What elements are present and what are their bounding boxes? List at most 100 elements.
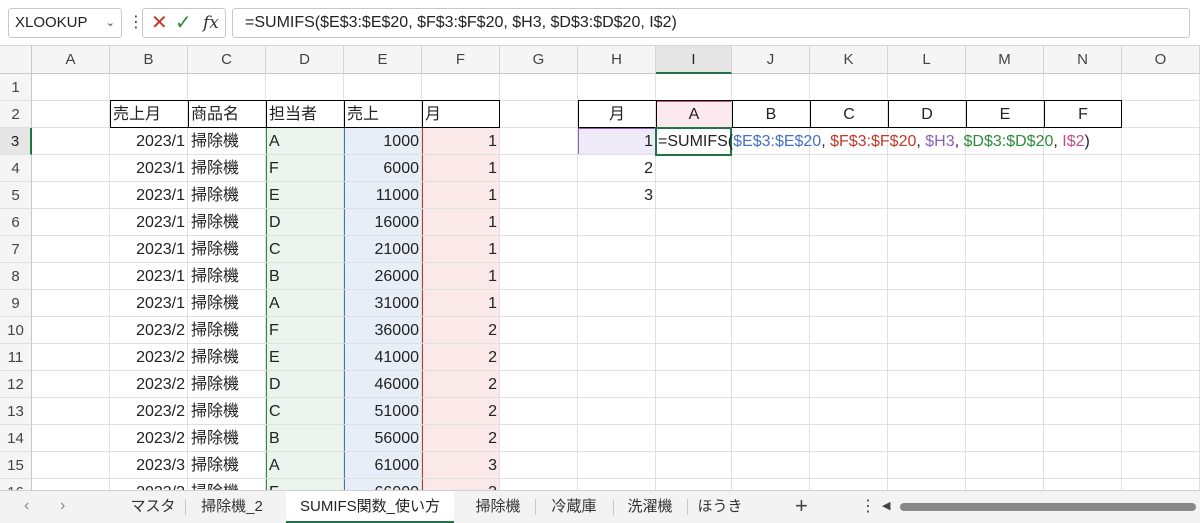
table-cell-f[interactable]: 1 (422, 155, 500, 182)
table-cell-f[interactable]: 1 (422, 236, 500, 263)
summary-header-person[interactable]: C (810, 101, 888, 128)
table-cell-b[interactable]: 2023/2 (110, 371, 188, 398)
summary-month-cell[interactable]: 2 (578, 155, 656, 182)
column-header-b[interactable]: B (110, 46, 188, 74)
row-header-8[interactable]: 8 (0, 263, 32, 290)
table-cell-f[interactable]: 3 (422, 479, 500, 490)
row-header-2[interactable]: 2 (0, 101, 32, 128)
table-cell-d[interactable]: F (266, 317, 344, 344)
row-header-9[interactable]: 9 (0, 290, 32, 317)
table-cell-b[interactable]: 2023/1 (110, 209, 188, 236)
row-header-11[interactable]: 11 (0, 344, 32, 371)
name-box[interactable]: XLOOKUP ⌄ (8, 8, 122, 38)
sheet-options-icon[interactable]: ⋮ (860, 496, 876, 516)
table-cell-d[interactable]: A (266, 452, 344, 479)
sheet-tab-1[interactable]: 掃除機_2 (186, 491, 278, 523)
summary-header-person[interactable]: A (656, 101, 732, 128)
row-header-13[interactable]: 13 (0, 398, 32, 425)
table-cell-b[interactable]: 2023/2 (110, 317, 188, 344)
column-header-m[interactable]: M (966, 46, 1044, 74)
summary-month-cell[interactable]: 3 (578, 182, 656, 209)
table-cell-c[interactable]: 掃除機 (188, 236, 266, 263)
table-cell-b[interactable]: 2023/3 (110, 452, 188, 479)
table-cell-c[interactable]: 掃除機 (188, 344, 266, 371)
column-header-a[interactable]: A (32, 46, 110, 74)
summary-header-person[interactable]: E (966, 101, 1044, 128)
table-cell-e[interactable]: 41000 (344, 344, 422, 371)
formula-input[interactable]: =SUMIFS($E$3:$E$20, $F$3:$F$20, $H3, $D$… (232, 8, 1190, 38)
sheet-tab-0[interactable]: マスタ (122, 491, 184, 523)
table-cell-f[interactable]: 2 (422, 398, 500, 425)
table-cell-b[interactable]: 2023/1 (110, 236, 188, 263)
table-cell-c[interactable]: 掃除機 (188, 398, 266, 425)
scrollbar-thumb[interactable] (900, 503, 1196, 511)
row-header-5[interactable]: 5 (0, 182, 32, 209)
table-header-d[interactable]: 担当者 (266, 101, 344, 128)
table-cell-d[interactable]: C (266, 398, 344, 425)
table-cell-c[interactable]: 掃除機 (188, 317, 266, 344)
add-sheet-icon[interactable]: + (795, 493, 808, 519)
summary-header-person[interactable]: F (1044, 101, 1122, 128)
table-cell-d[interactable]: E (266, 182, 344, 209)
table-cell-b[interactable]: 2023/1 (110, 263, 188, 290)
table-cell-d[interactable]: E (266, 344, 344, 371)
in-cell-formula-editor[interactable]: =SUMIFS($E$3:$E$20, $F$3:$F$20, $H3, $D$… (656, 128, 1093, 155)
column-header-e[interactable]: E (344, 46, 422, 74)
table-cell-d[interactable]: B (266, 425, 344, 452)
summary-header-person[interactable]: B (732, 101, 810, 128)
table-cell-f[interactable]: 2 (422, 425, 500, 452)
sheet-tab-6[interactable]: ほうき (688, 491, 752, 523)
table-cell-e[interactable]: 31000 (344, 290, 422, 317)
table-cell-b[interactable]: 2023/2 (110, 344, 188, 371)
table-cell-f[interactable]: 1 (422, 290, 500, 317)
table-cell-d[interactable]: D (266, 371, 344, 398)
table-cell-c[interactable]: 掃除機 (188, 155, 266, 182)
table-cell-c[interactable]: 掃除機 (188, 425, 266, 452)
row-header-4[interactable]: 4 (0, 155, 32, 182)
table-cell-e[interactable]: 56000 (344, 425, 422, 452)
table-cell-e[interactable]: 6000 (344, 155, 422, 182)
tab-scroll-left-icon[interactable]: ‹ (24, 497, 29, 515)
table-cell-e[interactable]: 36000 (344, 317, 422, 344)
table-cell-f[interactable]: 2 (422, 344, 500, 371)
column-header-g[interactable]: G (500, 46, 578, 74)
row-header-10[interactable]: 10 (0, 317, 32, 344)
sheet-tab-2[interactable]: SUMIFS関数_使い方 (286, 491, 454, 523)
table-cell-d[interactable]: F (266, 155, 344, 182)
table-cell-b[interactable]: 2023/1 (110, 155, 188, 182)
row-header-15[interactable]: 15 (0, 452, 32, 479)
sheet-tab-4[interactable]: 冷蔵庫 (536, 491, 612, 523)
table-cell-c[interactable]: 掃除機 (188, 128, 266, 155)
table-cell-c[interactable]: 掃除機 (188, 452, 266, 479)
table-cell-d[interactable]: A (266, 290, 344, 317)
worksheet-grid[interactable]: ABCDEFGHIJKLMNO12345678910111213141516売上… (0, 46, 1200, 490)
table-header-f[interactable]: 月 (422, 101, 500, 128)
cancel-icon[interactable]: ✕ (151, 11, 168, 35)
table-cell-e[interactable]: 61000 (344, 452, 422, 479)
table-cell-c[interactable]: 掃除機 (188, 263, 266, 290)
row-header-7[interactable]: 7 (0, 236, 32, 263)
horizontal-scrollbar[interactable]: ◀ (882, 499, 1198, 515)
table-cell-f[interactable]: 3 (422, 452, 500, 479)
table-cell-d[interactable]: B (266, 263, 344, 290)
table-cell-d[interactable]: A (266, 128, 344, 155)
row-header-14[interactable]: 14 (0, 425, 32, 452)
table-cell-c[interactable]: 掃除機 (188, 371, 266, 398)
table-cell-e[interactable]: 51000 (344, 398, 422, 425)
table-header-e[interactable]: 売上 (344, 101, 422, 128)
summary-month-cell[interactable]: 1 (578, 128, 656, 155)
table-cell-d[interactable]: F (266, 479, 344, 490)
table-cell-e[interactable]: 26000 (344, 263, 422, 290)
sheet-tab-3[interactable]: 掃除機 (462, 491, 534, 523)
table-cell-f[interactable]: 2 (422, 317, 500, 344)
column-header-n[interactable]: N (1044, 46, 1122, 74)
table-cell-c[interactable]: 掃除機 (188, 290, 266, 317)
table-cell-b[interactable]: 2023/1 (110, 182, 188, 209)
column-header-i[interactable]: I (656, 46, 732, 74)
column-header-j[interactable]: J (732, 46, 810, 74)
row-header-12[interactable]: 12 (0, 371, 32, 398)
select-all-corner[interactable] (0, 46, 32, 74)
table-cell-d[interactable]: C (266, 236, 344, 263)
summary-header-person[interactable]: D (888, 101, 966, 128)
table-cell-b[interactable]: 2023/1 (110, 128, 188, 155)
